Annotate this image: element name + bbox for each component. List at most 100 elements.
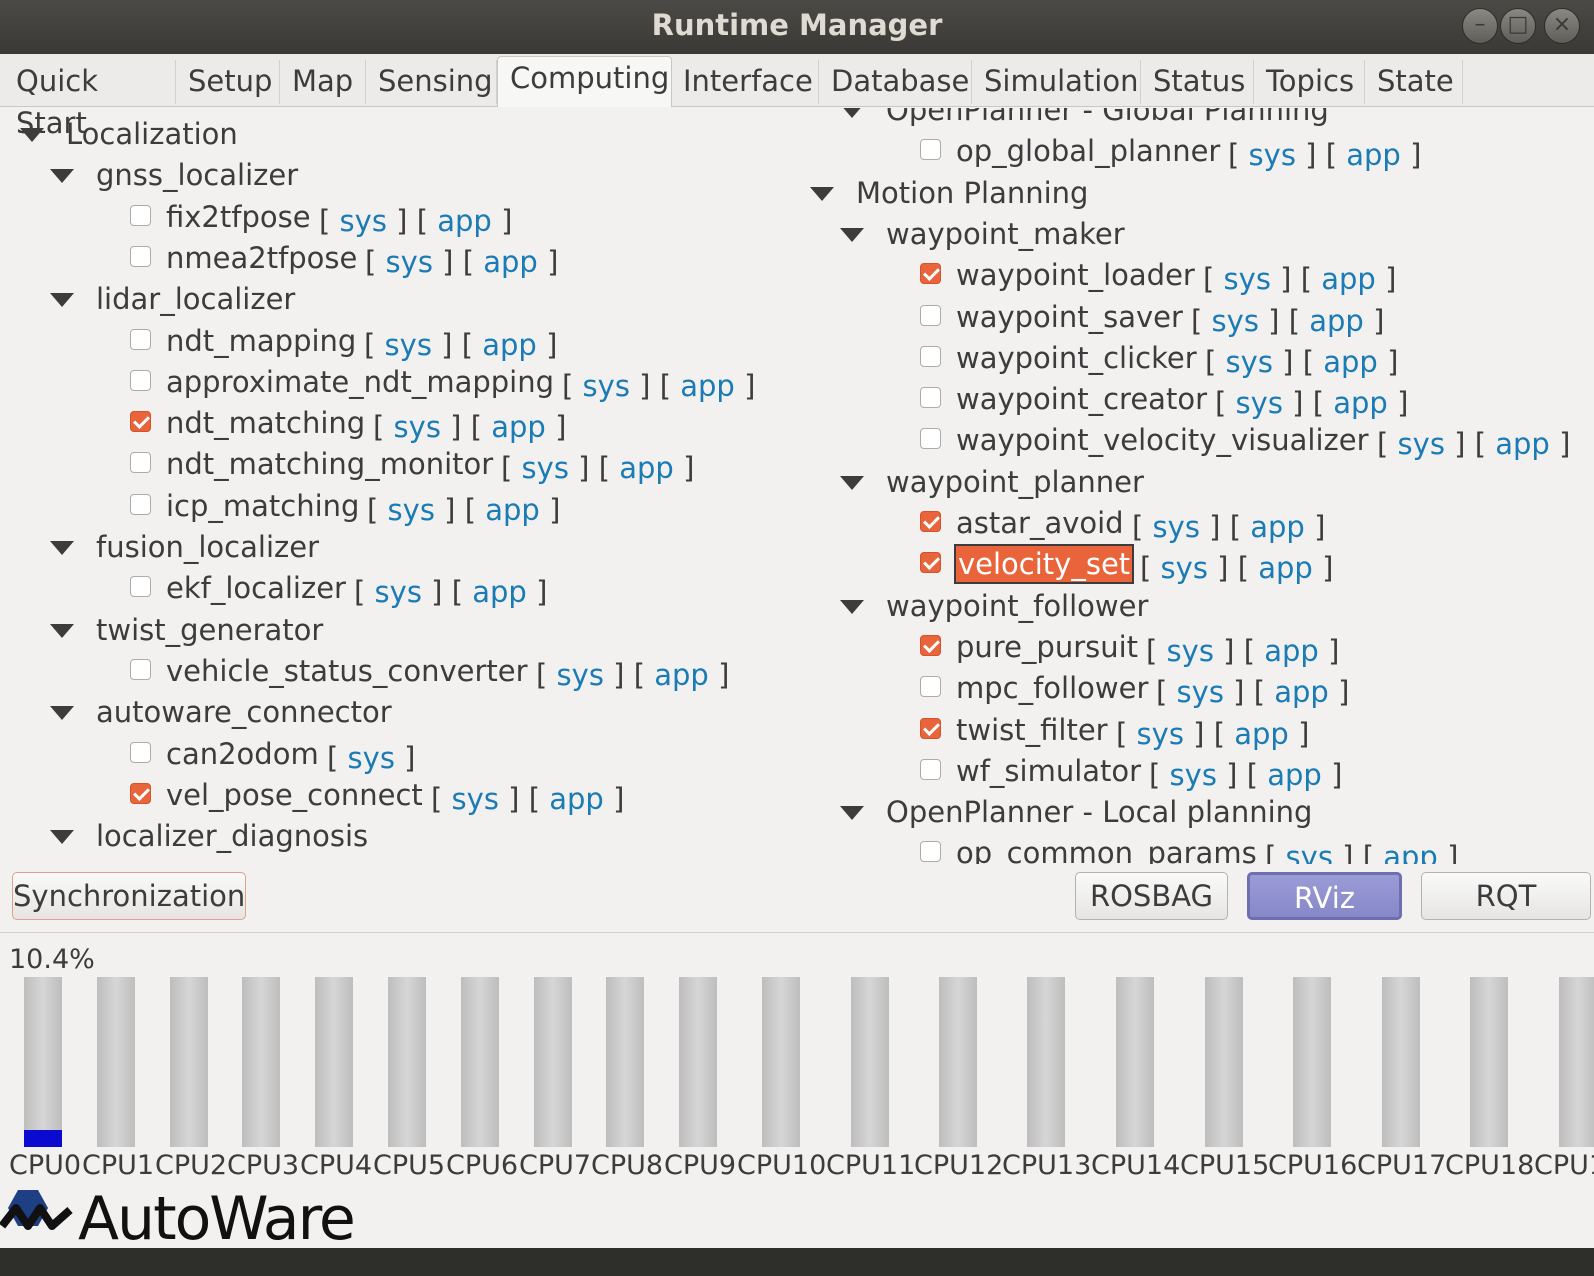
tree-item-label[interactable]: can2odom [166,736,319,772]
sys-link[interactable]: sys [386,245,433,279]
tree-item-label[interactable]: fix2tfpose [166,199,311,235]
checkbox[interactable] [130,204,151,226]
maximize-icon[interactable]: □ [1500,8,1536,44]
expand-triangle-icon[interactable] [810,186,834,201]
left-tree-pane[interactable]: Localization gnss_localizer fix2tfpose[ sy… [10,108,810,864]
app-link[interactable]: app [619,451,674,485]
tree-item-label[interactable]: velocity_set [953,544,1135,585]
sys-link[interactable]: sys [388,493,435,527]
sys-link[interactable]: sys [1398,427,1445,461]
expand-triangle-icon[interactable] [840,108,864,118]
checkbox[interactable] [130,328,151,350]
checkbox[interactable] [130,576,151,598]
tab-database[interactable]: Database [819,60,972,104]
expand-triangle-icon[interactable] [840,227,864,242]
expand-triangle-icon[interactable] [50,169,74,184]
checkbox[interactable] [920,676,941,698]
app-link[interactable]: app [472,575,527,609]
tree-item-label[interactable]: mpc_follower [956,670,1148,706]
checkbox[interactable] [920,387,941,409]
app-link[interactable]: app [491,410,546,444]
rosbag-button[interactable]: ROSBAG [1075,872,1228,920]
checkbox[interactable] [920,758,941,780]
tree-item-label[interactable]: astar_avoid [956,505,1124,541]
checkbox[interactable] [920,511,941,532]
synchronization-button[interactable]: Synchronization [12,872,246,920]
tree-item-label[interactable]: op_common_params [956,835,1257,864]
tree-item-label[interactable]: ndt_mapping [166,323,356,359]
app-link[interactable]: app [485,493,540,527]
tree-item-label[interactable]: approximate_ndt_mapping [166,364,554,400]
app-link[interactable]: app [1346,138,1401,172]
expand-triangle-icon[interactable] [840,806,864,821]
tab-setup[interactable]: Setup [176,60,280,104]
checkbox[interactable] [130,452,151,474]
sys-link[interactable]: sys [583,369,630,403]
checkbox[interactable] [130,493,151,515]
checkbox[interactable] [130,245,151,267]
sys-link[interactable]: sys [340,204,387,238]
tree-item-label[interactable]: wf_simulator [956,753,1141,789]
sys-link[interactable]: sys [452,782,499,816]
checkbox[interactable] [130,411,151,433]
sys-link[interactable]: sys [1249,138,1296,172]
tree-item-label[interactable]: op_global_planner [956,133,1220,169]
sys-link[interactable]: sys [394,410,441,444]
expand-triangle-icon[interactable] [50,830,74,845]
app-link[interactable]: app [437,204,492,238]
tree-item-label[interactable]: waypoint_velocity_visualizer [956,422,1369,458]
app-link[interactable]: app [1323,345,1378,379]
sys-link[interactable]: sys [1226,345,1273,379]
app-link[interactable]: app [1250,510,1305,544]
tree-item-label[interactable]: waypoint_clicker [956,340,1197,376]
app-link[interactable]: app [654,658,709,692]
sys-link[interactable]: sys [1224,262,1271,296]
app-link[interactable]: app [1264,634,1319,668]
tab-quick-start[interactable]: Quick Start [4,60,176,140]
tree-item-label[interactable]: ekf_localizer [166,570,346,606]
app-link[interactable]: app [1321,262,1376,296]
tree-item-label[interactable]: icp_matching [166,488,359,524]
tree-item-label[interactable]: twist_filter [956,712,1108,748]
tree-item-label[interactable]: vehicle_status_converter [166,653,528,689]
tree-item-label[interactable]: waypoint_saver [956,299,1183,335]
sys-link[interactable]: sys [375,575,422,609]
expand-triangle-icon[interactable] [840,475,864,490]
sys-link[interactable]: sys [385,328,432,362]
sys-link[interactable]: sys [1153,510,1200,544]
expand-triangle-icon[interactable] [50,293,74,308]
tab-computing[interactable]: Computing [497,56,672,107]
app-link[interactable]: app [1383,840,1438,864]
tree-item-label[interactable]: ndt_matching_monitor [166,446,493,482]
checkbox[interactable] [920,304,941,326]
checkbox[interactable] [130,369,151,391]
expand-triangle-icon[interactable] [840,599,864,614]
tab-topics[interactable]: Topics [1254,60,1365,104]
sys-link[interactable]: sys [1137,717,1184,751]
checkbox[interactable] [130,658,151,680]
checkbox[interactable] [920,634,941,656]
checkbox[interactable] [920,139,941,161]
minimize-icon[interactable]: – [1462,8,1498,44]
tab-simulation[interactable]: Simulation [972,60,1141,104]
app-link[interactable]: app [483,245,538,279]
sys-link[interactable]: sys [557,658,604,692]
tree-item-label[interactable]: pure_pursuit [956,629,1138,665]
tree-item-label[interactable]: ndt_matching [166,405,365,441]
app-link[interactable]: app [1258,551,1313,585]
app-link[interactable]: app [1274,675,1329,709]
app-link[interactable]: app [482,328,537,362]
app-link[interactable]: app [1495,427,1550,461]
tree-item-label[interactable]: nmea2tfpose [166,240,357,276]
app-link[interactable]: app [1267,758,1322,792]
close-icon[interactable]: × [1544,8,1580,44]
tree-item-label[interactable]: vel_pose_connect [166,777,423,813]
sys-link[interactable]: sys [1170,758,1217,792]
expand-triangle-icon[interactable] [20,128,44,142]
sys-link[interactable]: sys [348,741,395,775]
checkbox[interactable] [920,552,941,574]
right-tree-pane[interactable]: OpenPlanner - Global Planning op_global_p… [805,108,1594,864]
app-link[interactable]: app [1309,304,1364,338]
sys-link[interactable]: sys [1236,386,1283,420]
tab-sensing[interactable]: Sensing [366,60,497,104]
